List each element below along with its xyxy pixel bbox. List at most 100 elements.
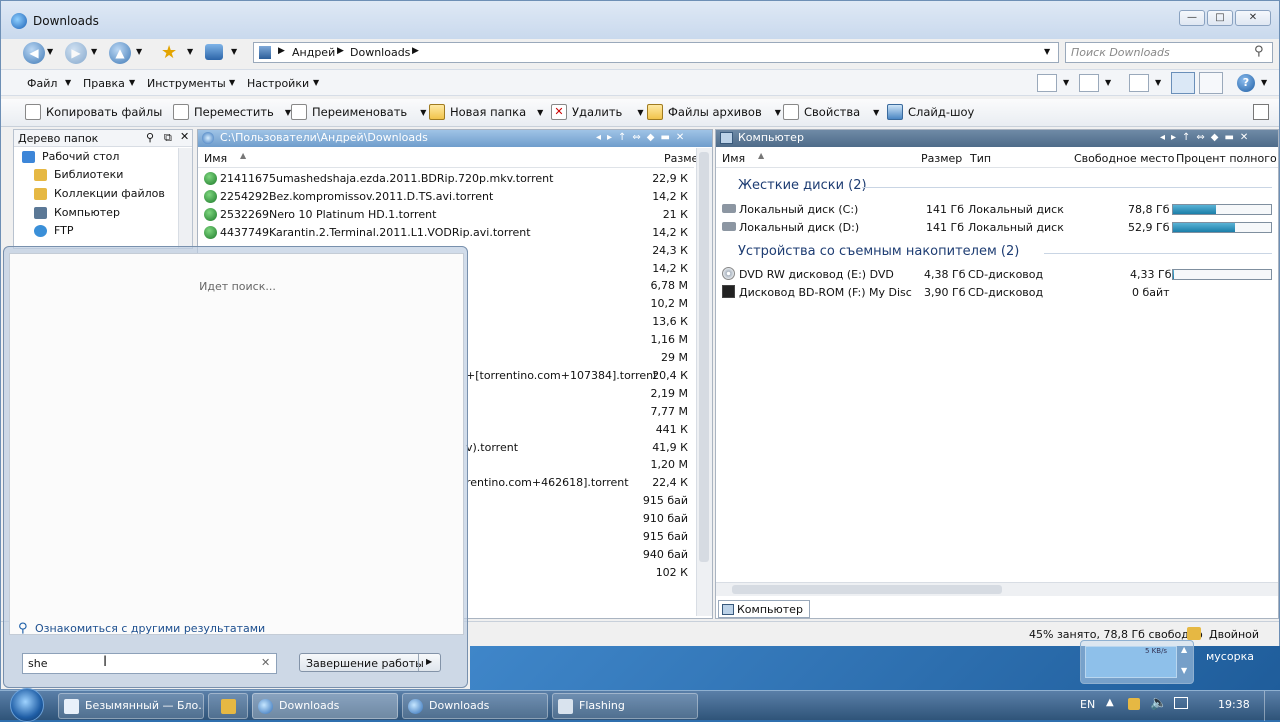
task-flashing[interactable]: Flashing [552, 693, 698, 719]
chevron-down-icon[interactable]: ▼ [1261, 78, 1267, 87]
close-button[interactable]: ✕ [1235, 10, 1271, 26]
col-percent-header[interactable]: Процент полного [1176, 152, 1277, 165]
copy-tree-icon[interactable]: ⧉ [164, 131, 172, 145]
chevron-down-icon[interactable]: ▼ [1105, 78, 1111, 87]
scroll-thumb[interactable] [732, 585, 1002, 594]
start-button[interactable] [10, 688, 44, 722]
pane-nav-icons[interactable]: ◂▸↑⇔◆▬✕ [1160, 130, 1254, 146]
pane-nav-icons[interactable]: ◂▸↑⇔◆▬✕ [596, 130, 690, 146]
col-size-header[interactable]: Разме [664, 152, 698, 165]
favorites-star-icon[interactable]: ★ [161, 42, 177, 63]
file-row[interactable]: 21411675umashedshaja.ezda.2011.BDRip.720… [198, 170, 694, 188]
archives-button[interactable]: Файлы архивов ▼ [647, 104, 781, 120]
shutdown-button[interactable]: Завершение работы ▶ [299, 653, 441, 672]
col-type-header[interactable]: Тип [970, 152, 991, 165]
volume-icon[interactable]: 🔈 [1150, 695, 1167, 711]
minimize-button[interactable]: — [1179, 10, 1205, 26]
col-size-header[interactable]: Размер [921, 152, 962, 165]
tree-item-desktop[interactable]: Рабочий стол [22, 150, 119, 163]
chevron-down-icon[interactable]: ▼ [1063, 78, 1069, 87]
clear-search-icon[interactable]: ✕ [261, 656, 270, 669]
views-dropdown-icon[interactable]: ▼ [231, 47, 237, 56]
rename-button[interactable]: Переименовать ▼ [291, 104, 426, 120]
task-notepad[interactable]: Безымянный — Бло... [58, 693, 204, 719]
preview-pane-icon[interactable] [1199, 72, 1223, 94]
chevron-up-icon[interactable]: ▲ [1181, 645, 1187, 654]
recycle-bin-label[interactable]: мусорка [1206, 650, 1254, 663]
menu-tools[interactable]: Инструменты [147, 77, 226, 90]
view-mode-icon[interactable] [1037, 74, 1057, 92]
task-explorer[interactable] [208, 693, 248, 719]
col-name-header[interactable]: Имя [722, 152, 745, 165]
forward-button[interactable]: ▶ [65, 42, 87, 64]
breadcrumb-downloads[interactable]: Downloads [350, 46, 410, 59]
file-row[interactable]: 2254292Bez.kompromissov.2011.D.TS.avi.to… [198, 188, 694, 206]
menu-file[interactable]: Файл [27, 77, 57, 90]
back-dropdown-icon[interactable]: ▼ [47, 47, 53, 56]
address-bar[interactable]: ▶ Андрей ▶ Downloads ▶ ▼ [253, 42, 1059, 63]
tree-item-ftp[interactable]: FTP [34, 224, 74, 237]
language-indicator[interactable]: EN [1080, 698, 1095, 711]
drive-row-d[interactable]: Локальный диск (D:) 141 Гб Локальный дис… [722, 220, 1272, 238]
network-icon[interactable] [1174, 697, 1188, 709]
back-button[interactable]: ◀ [23, 42, 45, 64]
up-button[interactable]: ▲ [109, 42, 131, 64]
search-icon[interactable]: ⚲ [1254, 44, 1264, 59]
arrow-right-icon[interactable]: ▶ [426, 657, 432, 666]
dual-pane-icon[interactable] [1171, 72, 1195, 94]
breadcrumb-user[interactable]: Андрей [292, 46, 335, 59]
group-hard-disks[interactable]: Жесткие диски (2) [738, 178, 867, 193]
close-icon[interactable]: ✕ [180, 130, 189, 143]
col-name-header[interactable]: Имя [204, 152, 227, 165]
tray-app-icon[interactable] [1128, 698, 1140, 710]
chevron-down-icon[interactable]: ▼ [1155, 78, 1161, 87]
new-folder-button[interactable]: Новая папка ▼ [429, 104, 543, 120]
drive-row-f[interactable]: Дисковод BD-ROM (F:) My Disc 3,90 Гб CD-… [722, 285, 1272, 303]
right-pane-hscroll[interactable] [716, 582, 1278, 596]
show-desktop-button[interactable] [1264, 691, 1280, 721]
drive-free: 0 байт [1132, 286, 1170, 299]
chevron-down-icon[interactable]: ▼ [1181, 666, 1187, 675]
left-pane-scrollbar[interactable] [696, 148, 712, 616]
layout-icon[interactable] [1129, 74, 1149, 92]
delete-button[interactable]: ✕ Удалить ▼ [551, 104, 643, 120]
file-row[interactable]: 4437749Karantin.2.Terminal.2011.L1.VODRi… [198, 224, 694, 242]
group-removable[interactable]: Устройства со съемным накопителем (2) [738, 244, 1019, 259]
tree-item-libraries[interactable]: Библиотеки [34, 168, 123, 181]
properties-button[interactable]: Свойства ▼ [783, 104, 879, 120]
tray-arrow-icon[interactable]: ▲ [1106, 697, 1114, 708]
menu-edit[interactable]: Правка [83, 77, 125, 90]
computer-icon [34, 206, 47, 219]
views-icon[interactable] [205, 44, 223, 60]
drive-row-e[interactable]: DVD RW дисковод (E:) DVD 4,38 Гб CD-диск… [722, 267, 1272, 285]
menu-settings[interactable]: Настройки [247, 77, 309, 90]
notes-icon[interactable] [1253, 104, 1269, 120]
forward-dropdown-icon[interactable]: ▼ [91, 47, 97, 56]
slideshow-button[interactable]: Слайд-шоу [887, 104, 974, 120]
col-free-header[interactable]: Свободное место [1074, 152, 1174, 165]
maximize-button[interactable]: □ [1207, 10, 1233, 26]
task-downloads-1[interactable]: Downloads [252, 693, 398, 719]
status-mode[interactable]: Двойной [1209, 628, 1259, 641]
file-row[interactable]: 2532269Nero 10 Platinum HD.1.torrent 21 К [198, 206, 694, 224]
move-button[interactable]: Переместить ▼ [173, 104, 291, 120]
network-gadget[interactable]: 5 KB/s ▲ ▼ [1080, 640, 1194, 684]
tree-item-computer[interactable]: Компьютер [34, 206, 120, 219]
more-results-link[interactable]: Ознакомиться с другими результатами [35, 622, 265, 635]
address-dropdown-icon[interactable]: ▼ [1044, 47, 1050, 56]
search-icon[interactable]: ⚲ [146, 131, 154, 144]
edit-icon[interactable] [1079, 74, 1099, 92]
search-box[interactable]: Поиск Downloads ⚲ [1065, 42, 1273, 63]
favorites-dropdown-icon[interactable]: ▼ [187, 47, 193, 56]
drive-row-c[interactable]: Локальный диск (C:) 141 Гб Локальный дис… [722, 202, 1272, 220]
tree-item-collections[interactable]: Коллекции файлов [34, 187, 165, 200]
tree-scrollbar[interactable] [178, 148, 192, 248]
copy-files-button[interactable]: Копировать файлы▼ [25, 104, 181, 120]
clock[interactable]: 19:38 [1218, 698, 1250, 711]
help-icon[interactable]: ? [1237, 74, 1255, 92]
tab-computer[interactable]: Компьютер [718, 600, 810, 618]
up-dropdown-icon[interactable]: ▼ [136, 47, 142, 56]
task-downloads-2[interactable]: Downloads [402, 693, 548, 719]
scroll-thumb[interactable] [699, 152, 709, 562]
start-search-input[interactable]: she I ✕ [22, 653, 277, 674]
